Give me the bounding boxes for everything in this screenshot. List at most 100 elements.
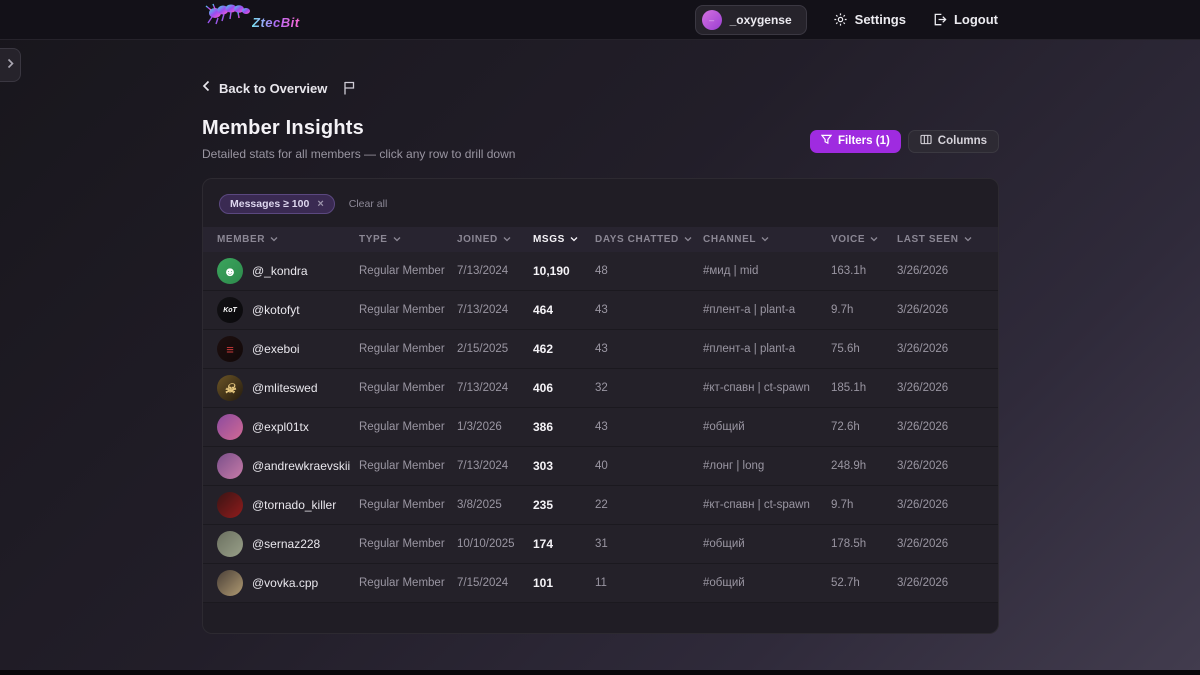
member-channel: #плент-а | plant-a bbox=[703, 304, 796, 316]
member-voice: 9.7h bbox=[831, 499, 854, 511]
member-voice: 52.7h bbox=[831, 577, 860, 589]
table-row[interactable]: ☠ @mliteswed Regular Member 7/13/2024 40… bbox=[203, 369, 998, 408]
filter-chip[interactable]: Messages ≥ 100 × bbox=[219, 194, 335, 214]
member-type: Regular Member bbox=[359, 538, 445, 550]
member-joined: 1/3/2026 bbox=[457, 421, 502, 433]
sort-chevron-icon bbox=[393, 234, 401, 245]
member-days-chatted: 43 bbox=[595, 421, 608, 433]
member-channel: #общий bbox=[703, 538, 745, 550]
member-avatar bbox=[217, 531, 243, 557]
member-avatar: ≡ bbox=[217, 336, 243, 362]
table-header: MEMBER TYPE JOINED MSGS DAYS CHATTED CHA… bbox=[203, 227, 998, 252]
settings-button[interactable]: Settings bbox=[833, 12, 906, 27]
back-label: Back to Overview bbox=[219, 80, 328, 96]
column-header[interactable]: CHANNEL bbox=[703, 234, 831, 245]
member-type: Regular Member bbox=[359, 499, 445, 511]
column-header-label: CHANNEL bbox=[703, 234, 757, 245]
member-type: Regular Member bbox=[359, 460, 445, 472]
sidebar-toggle-button[interactable] bbox=[0, 48, 21, 82]
member-days-chatted: 40 bbox=[595, 460, 608, 472]
columns-button[interactable]: Columns bbox=[907, 129, 999, 153]
member-avatar: ☻ bbox=[217, 258, 243, 284]
table-row[interactable]: @vovka.cpp Regular Member 7/15/2024 101 … bbox=[203, 564, 998, 603]
member-last-seen: 3/26/2026 bbox=[897, 538, 949, 550]
member-type: Regular Member bbox=[359, 421, 445, 433]
member-voice: 163.1h bbox=[831, 265, 867, 277]
column-header-label: DAYS CHATTED bbox=[595, 234, 679, 245]
column-header-label: LAST SEEN bbox=[897, 234, 959, 245]
table-body: ☻ @_kondra Regular Member 7/13/2024 10,1… bbox=[203, 252, 998, 603]
column-header[interactable]: DAYS CHATTED bbox=[595, 234, 703, 245]
member-msgs: 464 bbox=[533, 303, 554, 317]
table-row[interactable]: KoT @kotofyt Regular Member 7/13/2024 46… bbox=[203, 291, 998, 330]
column-header[interactable]: TYPE bbox=[359, 234, 457, 245]
sort-chevron-icon bbox=[684, 234, 692, 245]
member-days-chatted: 48 bbox=[595, 265, 608, 277]
brand-logo[interactable]: ZtecBit bbox=[202, 1, 300, 38]
column-header[interactable]: VOICE bbox=[831, 234, 897, 245]
flag-icon[interactable] bbox=[343, 81, 355, 95]
member-channel: #кт-спавн | ct-spawn bbox=[703, 499, 810, 511]
column-header[interactable]: JOINED bbox=[457, 234, 533, 245]
table-row[interactable]: @expl01tx Regular Member 1/3/2026 386 43… bbox=[203, 408, 998, 447]
sort-chevron-icon bbox=[761, 234, 769, 245]
member-joined: 10/10/2025 bbox=[457, 538, 515, 550]
member-voice: 72.6h bbox=[831, 421, 860, 433]
column-header[interactable]: MEMBER bbox=[217, 234, 359, 245]
table-row[interactable]: @andrewkraevskii Regular Member 7/13/202… bbox=[203, 447, 998, 486]
member-avatar bbox=[217, 453, 243, 479]
bottom-strip bbox=[0, 670, 1200, 675]
avatar-glyph: ☠ bbox=[224, 380, 236, 396]
member-voice: 185.1h bbox=[831, 382, 867, 394]
column-header-label: MSGS bbox=[533, 234, 565, 245]
member-last-seen: 3/26/2026 bbox=[897, 460, 949, 472]
member-voice: 75.6h bbox=[831, 343, 860, 355]
funnel-icon bbox=[820, 134, 833, 148]
member-last-seen: 3/26/2026 bbox=[897, 265, 949, 277]
member-channel: #плент-а | plant-a bbox=[703, 343, 796, 355]
column-header-label: JOINED bbox=[457, 234, 498, 245]
filters-button[interactable]: Filters (1) bbox=[810, 129, 901, 153]
page-subtitle: Detailed stats for all members — click a… bbox=[202, 147, 516, 161]
column-header[interactable]: MSGS bbox=[533, 234, 595, 245]
sort-chevron-icon bbox=[964, 234, 972, 245]
table-row[interactable]: ☻ @_kondra Regular Member 7/13/2024 10,1… bbox=[203, 252, 998, 291]
table-row[interactable]: @tornado_killer Regular Member 3/8/2025 … bbox=[203, 486, 998, 525]
member-type: Regular Member bbox=[359, 304, 445, 316]
member-days-chatted: 43 bbox=[595, 343, 608, 355]
member-type: Regular Member bbox=[359, 382, 445, 394]
clear-all-button[interactable]: Clear all bbox=[349, 198, 388, 210]
member-joined: 7/13/2024 bbox=[457, 265, 509, 277]
remove-filter-icon[interactable]: × bbox=[317, 198, 323, 210]
columns-label: Columns bbox=[937, 135, 987, 147]
member-last-seen: 3/26/2026 bbox=[897, 577, 949, 589]
logout-button[interactable]: Logout bbox=[932, 12, 998, 27]
column-header-label: MEMBER bbox=[217, 234, 266, 245]
member-channel: #общий bbox=[703, 577, 745, 589]
brand-name: ZtecBit bbox=[252, 15, 300, 30]
sort-chevron-icon bbox=[503, 234, 511, 245]
table-row[interactable]: @sernaz228 Regular Member 10/10/2025 174… bbox=[203, 525, 998, 564]
member-avatar bbox=[217, 414, 243, 440]
member-joined: 2/15/2025 bbox=[457, 343, 509, 355]
member-last-seen: 3/26/2026 bbox=[897, 499, 949, 511]
member-name: @expl01tx bbox=[252, 420, 309, 434]
table-row[interactable]: ≡ @exeboi Regular Member 2/15/2025 462 4… bbox=[203, 330, 998, 369]
back-to-overview-link[interactable]: Back to Overview bbox=[202, 79, 327, 97]
member-joined: 7/13/2024 bbox=[457, 304, 509, 316]
user-chip[interactable]: – _oxygense bbox=[694, 4, 807, 35]
member-msgs: 101 bbox=[533, 576, 554, 590]
member-name: @kotofyt bbox=[252, 303, 300, 317]
member-msgs: 386 bbox=[533, 420, 554, 434]
member-channel: #общий bbox=[703, 421, 745, 433]
column-header-label: VOICE bbox=[831, 234, 866, 245]
members-table-card: Messages ≥ 100 × Clear all MEMBER TYPE J… bbox=[202, 178, 999, 634]
member-type: Regular Member bbox=[359, 265, 445, 277]
chevron-right-icon bbox=[6, 56, 15, 74]
member-days-chatted: 22 bbox=[595, 499, 608, 511]
column-header[interactable]: LAST SEEN bbox=[897, 234, 982, 245]
member-channel: #лонг | long bbox=[703, 460, 765, 472]
sort-chevron-icon bbox=[870, 234, 878, 245]
columns-icon bbox=[920, 134, 932, 148]
filter-chip-label: Messages ≥ 100 bbox=[230, 198, 310, 210]
